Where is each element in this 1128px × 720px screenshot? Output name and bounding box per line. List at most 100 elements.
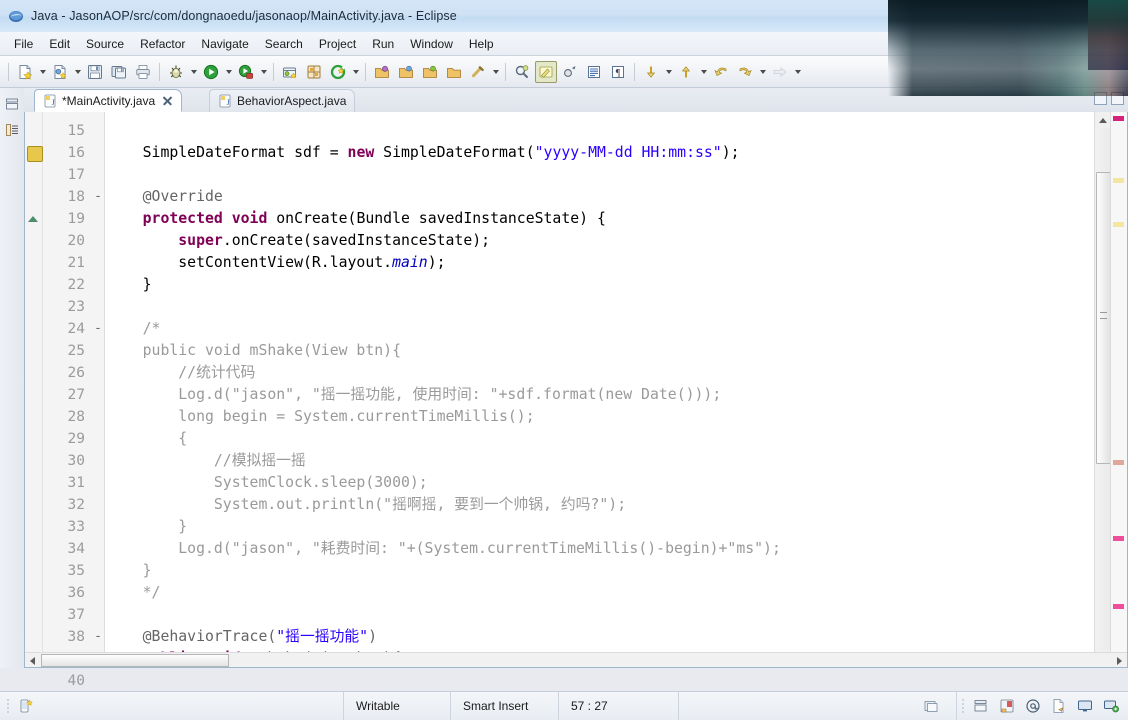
code-line[interactable]: /* (107, 318, 161, 340)
horizontal-scroll-thumb[interactable] (41, 654, 229, 667)
overview-error-marker[interactable] (1113, 536, 1124, 541)
code-line[interactable]: super.onCreate(savedInstanceState); (107, 230, 490, 252)
maximize-editor-button[interactable] (1111, 92, 1124, 105)
android-sdk-manager-icon[interactable] (303, 61, 325, 83)
tab-main-activity[interactable]: J *MainActivity.java (34, 89, 183, 112)
search-icon[interactable] (467, 61, 489, 83)
menu-refactor[interactable]: Refactor (132, 34, 193, 54)
scroll-left-button[interactable] (25, 653, 39, 666)
java-browsing-icon[interactable] (972, 697, 990, 715)
new-wizard-dropdown[interactable] (37, 61, 48, 83)
source-text[interactable]: SimpleDateFormat sdf = new SimpleDateFor… (107, 112, 1091, 666)
next-edit-icon[interactable] (640, 61, 662, 83)
android-virtual-device-icon[interactable] (327, 61, 349, 83)
save-all-icon[interactable] (108, 61, 130, 83)
outline-icon[interactable] (2, 120, 22, 140)
menu-project[interactable]: Project (311, 34, 364, 54)
folding-ruler[interactable]: - - - (91, 112, 105, 666)
overview-warning-marker[interactable] (1113, 178, 1124, 183)
back-icon[interactable] (710, 61, 732, 83)
previous-annotation-icon[interactable] (511, 61, 533, 83)
vertical-scroll-thumb[interactable] (1096, 172, 1111, 464)
code-line[interactable]: } (107, 274, 152, 296)
android-dropdown[interactable] (350, 61, 361, 83)
server-icon[interactable] (1102, 697, 1120, 715)
minimize-editor-button[interactable] (1094, 92, 1107, 105)
profile-dropdown[interactable] (258, 61, 269, 83)
menu-file[interactable]: File (6, 34, 41, 54)
show-whitespace-icon[interactable] (583, 61, 605, 83)
code-line[interactable]: Log.d("jason", "耗费时间: "+(System.currentT… (107, 538, 781, 560)
previous-edit-icon[interactable] (675, 61, 697, 83)
code-line[interactable]: } (107, 560, 152, 582)
code-line[interactable]: } (107, 516, 187, 538)
tab-behavior-aspect[interactable]: J BehaviorAspect.java (209, 89, 356, 112)
editor-horizontal-scrollbar[interactable] (25, 652, 1127, 667)
scroll-up-button[interactable] (1095, 112, 1111, 128)
open-type-icon[interactable] (371, 61, 393, 83)
code-line[interactable]: @Override (107, 186, 223, 208)
search-dropdown[interactable] (490, 61, 501, 83)
code-line[interactable]: @BehaviorTrace("摇一摇功能") (107, 626, 377, 648)
code-line[interactable]: */ (107, 582, 161, 604)
code-line[interactable]: protected void onCreate(Bundle savedInst… (107, 208, 606, 230)
code-line[interactable]: //模拟摇一摇 (107, 450, 306, 472)
code-editor[interactable]: 15 16 17 18 19 20 21 22 23 24 25 26 27 28 29 30 31 32 33 34… (24, 112, 1128, 689)
code-line[interactable]: Log.d("jason", "摇一摇功能, 使用时间: "+sdf.forma… (107, 384, 721, 406)
code-line[interactable]: //统计代码 (107, 362, 255, 384)
code-line[interactable]: long begin = System.currentTimeMillis(); (107, 406, 534, 428)
print-icon[interactable] (132, 61, 154, 83)
code-line[interactable]: SystemClock.sleep(3000); (107, 472, 428, 494)
next-edit-dropdown[interactable] (663, 61, 674, 83)
run-dropdown[interactable] (223, 61, 234, 83)
run-icon[interactable] (200, 61, 222, 83)
fold-toggle-icon[interactable]: - (93, 186, 103, 208)
code-line[interactable]: setContentView(R.layout.main); (107, 252, 445, 274)
overview-ruler[interactable] (1110, 112, 1127, 666)
new-wizard-icon[interactable] (14, 61, 36, 83)
fold-toggle-icon[interactable]: - (93, 318, 103, 340)
override-marker-icon[interactable] (28, 216, 38, 222)
debug-perspective-icon[interactable] (998, 697, 1016, 715)
forward-icon[interactable] (734, 61, 756, 83)
console-icon[interactable] (1076, 697, 1094, 715)
overview-error-marker[interactable] (1113, 116, 1124, 121)
new-android-item-icon[interactable] (17, 697, 35, 715)
code-line[interactable]: System.out.println("摇啊摇, 要到一个帅锅, 约吗?"); (107, 494, 626, 516)
fold-toggle-icon[interactable]: - (93, 626, 103, 648)
save-icon[interactable] (84, 61, 106, 83)
open-folder-icon[interactable] (395, 61, 417, 83)
menu-search[interactable]: Search (257, 34, 311, 54)
overview-error-marker[interactable] (1113, 604, 1124, 609)
code-line[interactable]: public void mShake(View btn){ (107, 340, 401, 362)
menu-edit[interactable]: Edit (41, 34, 78, 54)
package-explorer-icon[interactable] (2, 94, 22, 114)
overview-task-marker[interactable] (1113, 460, 1124, 465)
toggle-mark-occurrences-icon[interactable] (535, 60, 557, 83)
menu-window[interactable]: Window (402, 34, 461, 54)
overview-warning-marker[interactable] (1113, 222, 1124, 227)
layout-icon[interactable] (922, 697, 940, 715)
editor-vertical-scrollbar[interactable] (1094, 112, 1111, 666)
next-dropdown[interactable] (792, 61, 803, 83)
scroll-right-button[interactable] (1113, 653, 1127, 666)
menu-run[interactable]: Run (364, 34, 402, 54)
warning-marker-icon[interactable] (27, 146, 43, 162)
new-android-project-icon[interactable] (279, 61, 301, 83)
new-java-class-dropdown[interactable] (72, 61, 83, 83)
previous-edit-dropdown[interactable] (698, 61, 709, 83)
new-java-class-icon[interactable] (49, 61, 71, 83)
menu-source[interactable]: Source (78, 34, 132, 54)
block-selection-icon[interactable]: ¶ (607, 61, 629, 83)
profile-icon[interactable] (235, 61, 257, 83)
forward-dropdown[interactable] (757, 61, 768, 83)
at-icon[interactable] (1024, 697, 1042, 715)
debug-dropdown[interactable] (188, 61, 199, 83)
document-icon[interactable] (1050, 697, 1068, 715)
code-line[interactable]: { (107, 428, 187, 450)
code-line[interactable]: SimpleDateFormat sdf = new SimpleDateFor… (107, 142, 740, 164)
annotation-gutter[interactable] (25, 112, 43, 666)
open-package-icon[interactable] (419, 61, 441, 83)
next-annotation-icon[interactable] (559, 61, 581, 83)
menu-help[interactable]: Help (461, 34, 502, 54)
